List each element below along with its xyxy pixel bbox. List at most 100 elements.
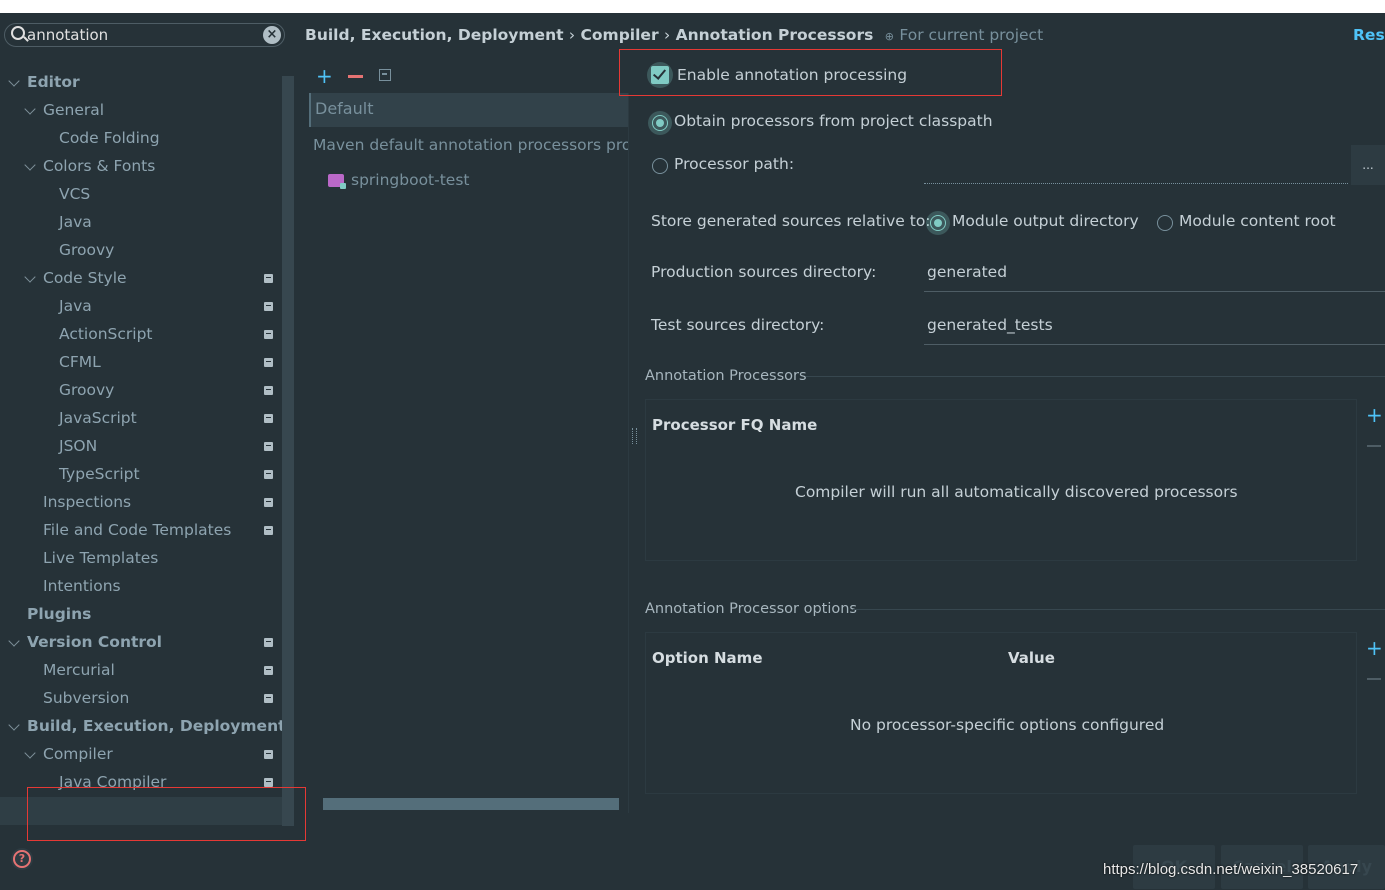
splitter-line — [628, 93, 629, 813]
chevron-down-icon[interactable] — [8, 75, 20, 87]
window-title-strip — [0, 0, 1385, 13]
add-processor-button[interactable]: + — [1366, 405, 1383, 425]
tree-intentions[interactable]: Intentions — [43, 573, 121, 599]
production-sources-label: Production sources directory: — [651, 263, 877, 281]
project-level-icon — [264, 274, 273, 283]
project-level-icon — [264, 778, 273, 787]
tree-plugins[interactable]: Plugins — [27, 601, 91, 627]
profile-default-label: Default — [315, 99, 374, 118]
tree-file-code-templates[interactable]: File and Code Templates — [43, 517, 231, 543]
option-value-header[interactable]: Value — [1008, 649, 1055, 667]
project-level-icon — [264, 498, 273, 507]
processors-empty-text: Compiler will run all automatically disc… — [795, 483, 1238, 501]
breadcrumb-compiler: Compiler — [580, 26, 659, 44]
project-level-icon — [264, 414, 273, 423]
remove-processor-button[interactable] — [1367, 445, 1381, 447]
project-level-icon — [264, 442, 273, 451]
chevron-down-icon[interactable] — [8, 719, 20, 731]
module-output-label: Module output directory — [952, 212, 1139, 230]
obtain-classpath-label: Obtain processors from project classpath — [674, 112, 993, 130]
project-scope-icon: ⊕ — [884, 30, 894, 43]
clear-search-icon[interactable]: × — [263, 26, 281, 44]
tree-mercurial[interactable]: Mercurial — [43, 657, 115, 683]
splitter-handle[interactable] — [632, 428, 637, 444]
remove-profile-button[interactable] — [348, 75, 363, 78]
breadcrumb-annotation-processors: Annotation Processors — [675, 26, 874, 44]
tree-style-groovy[interactable]: Groovy — [59, 377, 114, 403]
watermark-text: https://blog.csdn.net/weixin_38520617 — [1103, 861, 1359, 878]
tree-build-execution-deployment[interactable]: Build, Execution, Deployment — [27, 713, 286, 739]
breadcrumb-build: Build, Execution, Deployment — [305, 26, 564, 44]
test-sources-value: generated_tests — [927, 316, 1053, 334]
tree-typescript[interactable]: TypeScript — [59, 461, 140, 487]
annotation-processors-section-title: Annotation Processors — [645, 368, 807, 384]
project-level-icon — [264, 694, 273, 703]
tree-vcs[interactable]: VCS — [59, 181, 90, 207]
store-generated-label: Store generated sources relative to: — [651, 212, 931, 230]
profile-maven-default[interactable]: Maven default annotation processors prof… — [313, 136, 628, 154]
options-empty-text: No processor-specific options configured — [850, 716, 1165, 734]
processor-path-radio[interactable] — [652, 158, 668, 174]
section-divider — [806, 376, 1385, 377]
tree-editor[interactable]: Editor — [27, 69, 80, 95]
tree-scrollbar[interactable] — [282, 76, 294, 826]
tree-colors-fonts[interactable]: Colors & Fonts — [43, 153, 155, 179]
chevron-down-icon[interactable] — [24, 747, 36, 759]
module-content-root-radio[interactable] — [1157, 215, 1173, 231]
tree-subversion[interactable]: Subversion — [43, 685, 129, 711]
project-level-icon — [264, 526, 273, 535]
tree-actionscript[interactable]: ActionScript — [59, 321, 153, 347]
profile-default[interactable]: Default — [309, 93, 629, 127]
annotation-processors-highlight — [27, 787, 306, 841]
module-springboot-test[interactable]: springboot-test — [351, 171, 470, 189]
tree-code-folding[interactable]: Code Folding — [59, 125, 160, 151]
module-output-radio[interactable] — [926, 211, 950, 235]
reset-link[interactable]: Rese — [1353, 26, 1385, 44]
settings-search[interactable]: × — [4, 23, 285, 47]
chevron-down-icon[interactable] — [24, 159, 36, 171]
project-level-icon — [264, 302, 273, 311]
processor-path-label: Processor path: — [674, 155, 795, 173]
chevron-down-icon[interactable] — [24, 271, 36, 283]
tree-general[interactable]: General — [43, 97, 104, 123]
tree-style-java[interactable]: Java — [59, 293, 92, 319]
add-profile-button[interactable]: + — [316, 66, 333, 86]
browse-button[interactable]: ... — [1351, 145, 1385, 185]
project-level-icon — [264, 750, 273, 759]
tree-code-style[interactable]: Code Style — [43, 265, 127, 291]
chevron-down-icon[interactable] — [8, 635, 20, 647]
test-sources-label: Test sources directory: — [651, 316, 825, 334]
test-sources-field[interactable]: generated_tests — [924, 311, 1385, 345]
help-button[interactable]: ? — [11, 848, 33, 870]
tree-colors-groovy[interactable]: Groovy — [59, 237, 114, 263]
processor-path-field[interactable] — [924, 183, 1348, 184]
profiles-scrollbar[interactable] — [323, 798, 619, 810]
tree-cfml[interactable]: CFML — [59, 349, 101, 375]
search-input[interactable] — [27, 25, 257, 45]
tree-version-control[interactable]: Version Control — [27, 629, 162, 655]
breadcrumb: Build, Execution, Deployment › Compiler … — [305, 26, 1043, 44]
chevron-down-icon[interactable] — [24, 103, 36, 115]
project-level-icon — [264, 358, 273, 367]
enable-annotation-label: Enable annotation processing — [677, 66, 908, 84]
processor-fq-name-header[interactable]: Processor FQ Name — [652, 416, 817, 434]
project-level-icon — [264, 666, 273, 675]
tree-javascript[interactable]: JavaScript — [59, 405, 137, 431]
tree-inspections[interactable]: Inspections — [43, 489, 131, 515]
option-name-header[interactable]: Option Name — [652, 649, 763, 667]
breadcrumb-separator: › — [568, 26, 576, 44]
tree-json[interactable]: JSON — [59, 433, 97, 459]
help-icon: ? — [13, 850, 31, 868]
project-level-icon — [264, 638, 273, 647]
obtain-classpath-radio[interactable] — [648, 111, 672, 135]
production-sources-field[interactable]: generated — [924, 258, 1385, 292]
move-to-profile-icon[interactable] — [379, 69, 391, 81]
enable-annotation-checkbox[interactable] — [647, 62, 673, 88]
remove-option-button[interactable] — [1367, 678, 1381, 680]
add-option-button[interactable]: + — [1366, 638, 1383, 658]
tree-colors-java[interactable]: Java — [59, 209, 92, 235]
tree-live-templates[interactable]: Live Templates — [43, 545, 158, 571]
tree-compiler[interactable]: Compiler — [43, 741, 113, 767]
project-level-icon — [264, 386, 273, 395]
module-content-root-label: Module content root — [1179, 212, 1336, 230]
